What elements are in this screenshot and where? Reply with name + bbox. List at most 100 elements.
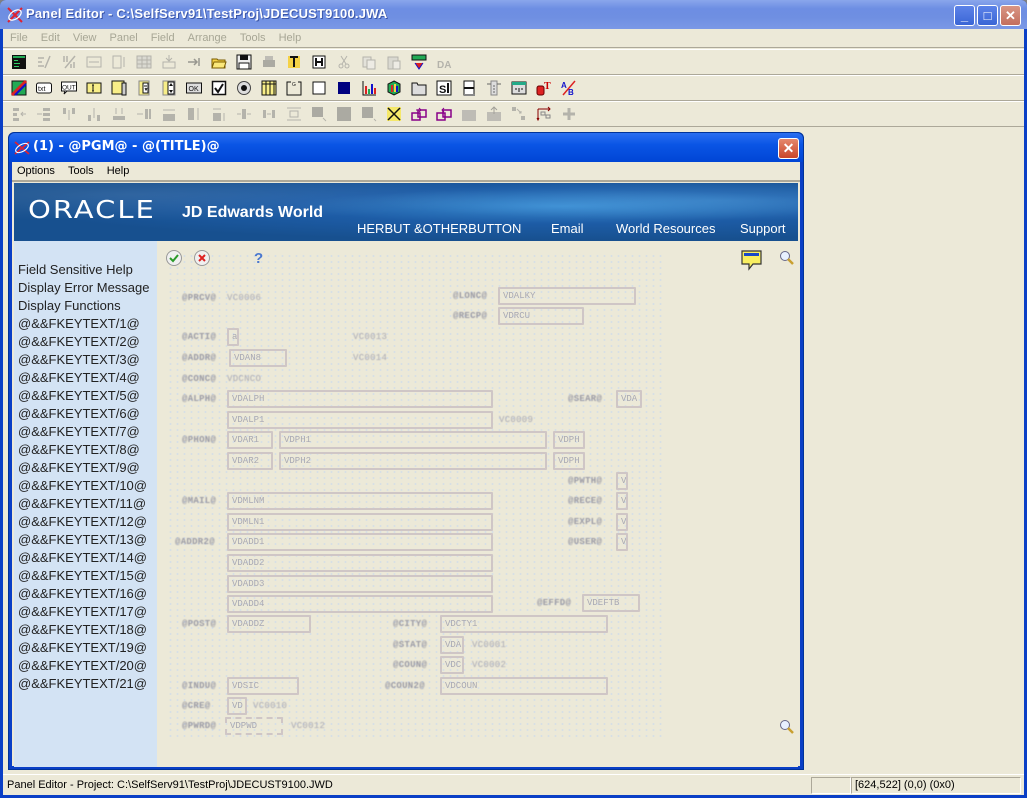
field-input-vdsrch[interactable]: VDA <box>616 390 642 408</box>
tree-icon[interactable] <box>486 80 502 96</box>
minimize-button[interactable]: _ <box>954 5 975 26</box>
split-field-icon[interactable] <box>61 54 77 70</box>
search-icon-bottom[interactable] <box>779 719 795 735</box>
subfile-icon[interactable]: S <box>436 80 452 96</box>
close-button[interactable]: ✕ <box>1000 5 1021 26</box>
space-equal-icon[interactable] <box>261 106 277 122</box>
split-panel-icon[interactable] <box>461 80 477 96</box>
text-field-icon[interactable] <box>286 54 302 70</box>
field-input-vdan8[interactable]: VDAN8 <box>229 349 287 367</box>
color-icon[interactable] <box>11 80 27 96</box>
rectangle-icon[interactable] <box>311 80 327 96</box>
input-field-lookup-icon[interactable] <box>111 80 127 96</box>
same-size-icon[interactable] <box>211 106 227 122</box>
banner-link-world-resources[interactable]: World Resources <box>616 221 715 236</box>
sidebar-item[interactable]: @&&FKEYTEXT/20@ <box>18 658 147 673</box>
menu-tools[interactable]: Tools <box>235 29 271 44</box>
field-input-acti[interactable]: a <box>227 328 239 346</box>
output-field-icon[interactable]: OUT <box>61 80 77 96</box>
fill-icon[interactable] <box>336 106 352 122</box>
field-input-vdalp1[interactable]: VDALP1 <box>227 411 493 429</box>
sidebar-item[interactable]: @&&FKEYTEXT/2@ <box>18 334 140 349</box>
chart-icon[interactable] <box>361 80 377 96</box>
field-input-pwth[interactable]: V <box>616 472 628 490</box>
field-input-user[interactable]: V <box>616 533 628 551</box>
field-input-vdaddz[interactable]: VDADDZ <box>227 615 311 633</box>
center-horizontal-icon[interactable] <box>111 106 127 122</box>
field-input-vdalky[interactable]: VDALKY <box>498 287 636 305</box>
menu-help[interactable]: Help <box>274 29 307 44</box>
help-question-icon[interactable]: ? <box>253 249 265 267</box>
sidebar-item[interactable]: @&&FKEYTEXT/12@ <box>18 514 147 529</box>
input-field-icon[interactable] <box>86 80 102 96</box>
import-icon[interactable] <box>461 106 477 122</box>
field-input-vdar1[interactable]: VDAR1 <box>227 431 273 449</box>
insert-row-icon[interactable] <box>161 54 177 70</box>
field-input-vdcty1[interactable]: VDCTY1 <box>440 615 608 633</box>
menu-tools[interactable]: Tools <box>63 162 99 177</box>
save-icon[interactable] <box>236 54 252 70</box>
banner-link-otherbutton[interactable]: &OTHERBUTTON <box>414 221 521 236</box>
banner-link-support[interactable]: Support <box>740 221 786 236</box>
sidebar-item[interactable]: @&&FKEYTEXT/10@ <box>18 478 147 493</box>
menu-view[interactable]: View <box>68 29 102 44</box>
sidebar-item[interactable]: @&&FKEYTEXT/13@ <box>18 532 147 547</box>
align-bottom-icon[interactable] <box>86 106 102 122</box>
child-close-button[interactable]: ✕ <box>778 138 799 159</box>
delete-x-icon[interactable] <box>386 106 402 122</box>
group-box-icon[interactable]: G <box>286 80 302 96</box>
order-icon[interactable] <box>511 106 527 122</box>
open-folder-icon[interactable] <box>211 54 227 70</box>
tab-sequence-icon[interactable] <box>536 106 552 122</box>
data-area-icon[interactable]: DA <box>436 54 452 70</box>
same-height-icon[interactable] <box>186 106 202 122</box>
same-width-icon[interactable] <box>161 106 177 122</box>
send-back-icon[interactable] <box>361 106 377 122</box>
replace-ab-icon[interactable]: AB <box>561 80 577 96</box>
txt-label-icon[interactable]: txt <box>36 80 52 96</box>
field-input-pwrd[interactable]: VDPWD <box>225 717 283 735</box>
sidebar-item[interactable]: Display Functions <box>18 298 121 313</box>
menu-options[interactable]: Options <box>12 162 60 177</box>
dropdown-icon[interactable] <box>136 80 152 96</box>
window-icon[interactable] <box>511 80 527 96</box>
field-input-vdph1[interactable]: VDPH1 <box>279 431 547 449</box>
panel-icon[interactable] <box>11 54 27 70</box>
ok-button-icon[interactable]: OK <box>186 80 202 96</box>
cut-icon[interactable] <box>336 54 352 70</box>
field-input-vdeftb[interactable]: VDEFTB <box>582 594 640 612</box>
field-input-vdph2[interactable]: VDPH2 <box>279 452 547 470</box>
align-left-icon[interactable] <box>11 106 27 122</box>
text-db-icon[interactable]: T <box>536 80 552 96</box>
sidebar-item[interactable]: @&&FKEYTEXT/17@ <box>18 604 147 619</box>
field-input-vdsic[interactable]: VDSIC <box>227 677 299 695</box>
graph-icon[interactable] <box>386 80 402 96</box>
child-title-bar[interactable]: (1) - @PGM@ - @(TITLE)@ ✕ <box>9 133 803 162</box>
print-icon[interactable] <box>261 54 277 70</box>
sidebar-item[interactable]: @&&FKEYTEXT/14@ <box>18 550 147 565</box>
field-input-vdadd2[interactable]: VDADD2 <box>227 554 493 572</box>
move-backward-icon[interactable] <box>436 106 452 122</box>
paste-icon[interactable] <box>386 54 402 70</box>
title-bar[interactable]: Panel Editor - C:\SelfServ91\TestProj\JD… <box>0 0 1027 29</box>
sidebar-item[interactable]: @&&FKEYTEXT/6@ <box>18 406 140 421</box>
sidebar-item[interactable]: @&&FKEYTEXT/15@ <box>18 568 147 583</box>
cancel-x-icon[interactable] <box>193 249 211 267</box>
search-icon[interactable] <box>779 250 795 266</box>
banner-link-email[interactable]: Email <box>551 221 584 236</box>
field-input-vdar2[interactable]: VDAR2 <box>227 452 273 470</box>
center-vertical-icon[interactable] <box>286 106 302 122</box>
export-icon[interactable] <box>486 106 502 122</box>
field-input-vdcoun[interactable]: VDCOUN <box>440 677 608 695</box>
sidebar-item[interactable]: @&&FKEYTEXT/7@ <box>18 424 140 439</box>
span-width-icon[interactable] <box>86 54 102 70</box>
sidebar-item[interactable]: @&&FKEYTEXT/11@ <box>18 496 146 511</box>
field-input-vdalph[interactable]: VDALPH <box>227 390 493 408</box>
menu-arrange[interactable]: Arrange <box>183 29 232 44</box>
checkbox-icon[interactable] <box>211 80 227 96</box>
add-icon[interactable] <box>561 106 577 122</box>
cut-field-icon[interactable] <box>36 54 52 70</box>
copy-icon[interactable] <box>361 54 377 70</box>
menu-edit[interactable]: Edit <box>36 29 65 44</box>
sidebar-item[interactable]: @&&FKEYTEXT/21@ <box>18 676 147 691</box>
